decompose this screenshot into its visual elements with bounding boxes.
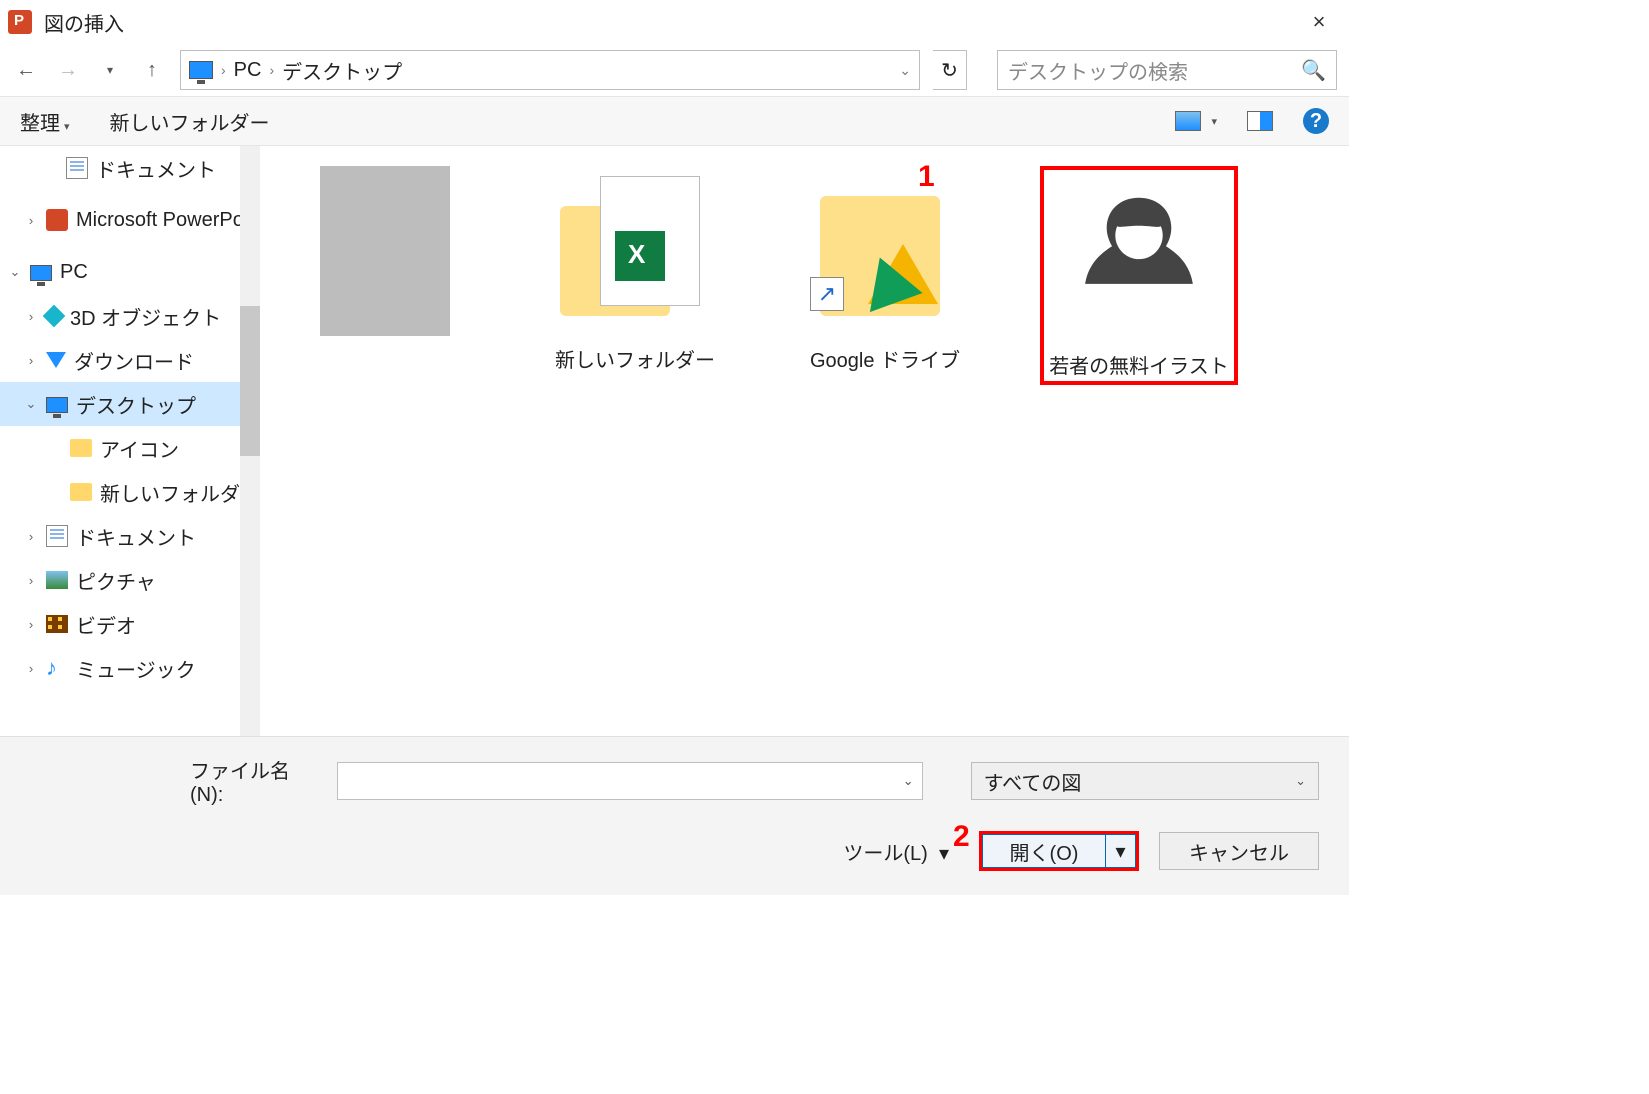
thumbnail-icon: [1175, 111, 1201, 131]
tree-item-desktop[interactable]: ⌄デスクトップ: [0, 382, 260, 426]
filename-input[interactable]: ⌄: [337, 762, 923, 800]
tree-item-pc[interactable]: ⌄PC: [0, 250, 260, 294]
file-label: 新しいフォルダー: [555, 344, 715, 373]
folder-icon: [70, 483, 92, 501]
file-list: 新しいフォルダー ↗ Google ドライブ 若者の無料イラスト: [260, 146, 1349, 736]
cancel-button[interactable]: キャンセル: [1159, 832, 1319, 870]
toolbar: 整理▾ 新しいフォルダー ▾ ?: [0, 96, 1349, 146]
titlebar: 図の挿入 ×: [0, 0, 1349, 44]
tools-button[interactable]: ツール(L) ▾: [843, 837, 949, 866]
powerpoint-icon: [8, 10, 32, 34]
path-segment-pc[interactable]: PC: [234, 59, 262, 82]
pc-icon: [189, 61, 213, 79]
tree-item-powerpoint[interactable]: ›Microsoft PowerPo: [0, 198, 260, 242]
back-button[interactable]: ←: [12, 56, 40, 84]
music-icon: ♪: [46, 657, 68, 679]
help-icon[interactable]: ?: [1303, 108, 1329, 134]
file-item-google-drive[interactable]: ↗ Google ドライブ: [790, 166, 980, 373]
chevron-right-icon: ›: [269, 62, 274, 78]
path-segment-desktop[interactable]: デスクトップ: [282, 56, 402, 85]
file-type-filter[interactable]: すべての図⌄: [971, 762, 1319, 800]
close-icon[interactable]: ×: [1297, 9, 1341, 35]
avatar-thumbnail: [1059, 177, 1219, 337]
download-icon: [46, 352, 66, 368]
organize-button[interactable]: 整理▾: [20, 107, 70, 136]
tree-item-pictures[interactable]: ›ピクチャ: [0, 558, 260, 602]
document-icon: [46, 525, 68, 547]
folder-excel-icon: [560, 176, 710, 326]
nav-row: ← → ▾ ↑ › PC › デスクトップ ⌄ ↻ デスクトップの検索 🔍: [0, 44, 1349, 96]
up-button[interactable]: ↑: [138, 56, 166, 84]
file-item-avatar-selected[interactable]: 若者の無料イラスト: [1040, 166, 1238, 385]
cube-icon: [43, 305, 66, 328]
dialog-title: 図の挿入: [44, 8, 124, 37]
tree-item-3d-objects[interactable]: ›3D オブジェクト: [0, 294, 260, 338]
chevron-right-icon: ›: [221, 62, 226, 78]
file-label: 若者の無料イラスト: [1049, 350, 1229, 379]
google-drive-icon: ↗: [810, 176, 960, 326]
placeholder-thumbnail: [320, 166, 450, 336]
annotation-2: 2: [953, 820, 970, 854]
powerpoint-icon: [46, 209, 68, 231]
preview-pane-button[interactable]: [1247, 111, 1273, 131]
chevron-down-icon[interactable]: ⌄: [903, 773, 914, 789]
chevron-down-icon[interactable]: ⌄: [899, 62, 911, 79]
open-button[interactable]: 開く(O) ▾: [979, 831, 1139, 871]
forward-button[interactable]: →: [54, 56, 82, 84]
search-input[interactable]: デスクトップの検索 🔍: [997, 50, 1337, 90]
open-split-dropdown[interactable]: ▾: [1106, 834, 1136, 868]
annotation-1: 1: [918, 160, 935, 194]
pc-icon: [30, 265, 52, 281]
file-item-placeholder[interactable]: [290, 166, 480, 366]
tree-item-documents[interactable]: ドキュメント: [0, 146, 260, 190]
folder-tree: ドキュメント ›Microsoft PowerPo ⌄PC ›3D オブジェクト…: [0, 146, 260, 736]
document-icon: [66, 157, 88, 179]
tree-item-music[interactable]: ›♪ミュージック: [0, 646, 260, 690]
tree-item-downloads[interactable]: ›ダウンロード: [0, 338, 260, 382]
address-bar[interactable]: › PC › デスクトップ ⌄: [180, 50, 920, 90]
file-label: Google ドライブ: [810, 344, 960, 373]
insert-picture-dialog: 図の挿入 × ← → ▾ ↑ › PC › デスクトップ ⌄ ↻ デスクトップの…: [0, 0, 1349, 900]
file-item-new-folder[interactable]: 新しいフォルダー: [540, 166, 730, 373]
folder-icon: [70, 439, 92, 457]
filename-label: ファイル名(N):: [190, 755, 323, 807]
chevron-down-icon: ⌄: [1295, 773, 1306, 789]
new-folder-button[interactable]: 新しいフォルダー: [110, 107, 270, 136]
tree-scroll-thumb[interactable]: [240, 306, 260, 456]
recent-dropdown-icon[interactable]: ▾: [96, 56, 124, 84]
dialog-footer: ファイル名(N): ⌄ すべての図⌄ ツール(L) ▾ 開く(O) ▾ キャンセ…: [0, 736, 1349, 895]
search-placeholder: デスクトップの検索: [1008, 56, 1188, 85]
tree-item-new-folder[interactable]: 新しいフォルダー: [0, 470, 260, 514]
pictures-icon: [46, 571, 68, 589]
chevron-down-icon: ▾: [1211, 115, 1217, 128]
dialog-body: ドキュメント ›Microsoft PowerPo ⌄PC ›3D オブジェクト…: [0, 146, 1349, 736]
shortcut-arrow-icon: ↗: [810, 277, 844, 311]
monitor-icon: [46, 397, 68, 413]
tree-item-icons-folder[interactable]: アイコン: [0, 426, 260, 470]
refresh-button[interactable]: ↻: [933, 50, 967, 90]
view-mode-button[interactable]: ▾: [1175, 111, 1217, 131]
tree-item-documents-2[interactable]: ›ドキュメント: [0, 514, 260, 558]
video-icon: [46, 615, 68, 633]
tree-item-videos[interactable]: ›ビデオ: [0, 602, 260, 646]
search-icon: 🔍: [1301, 58, 1326, 83]
